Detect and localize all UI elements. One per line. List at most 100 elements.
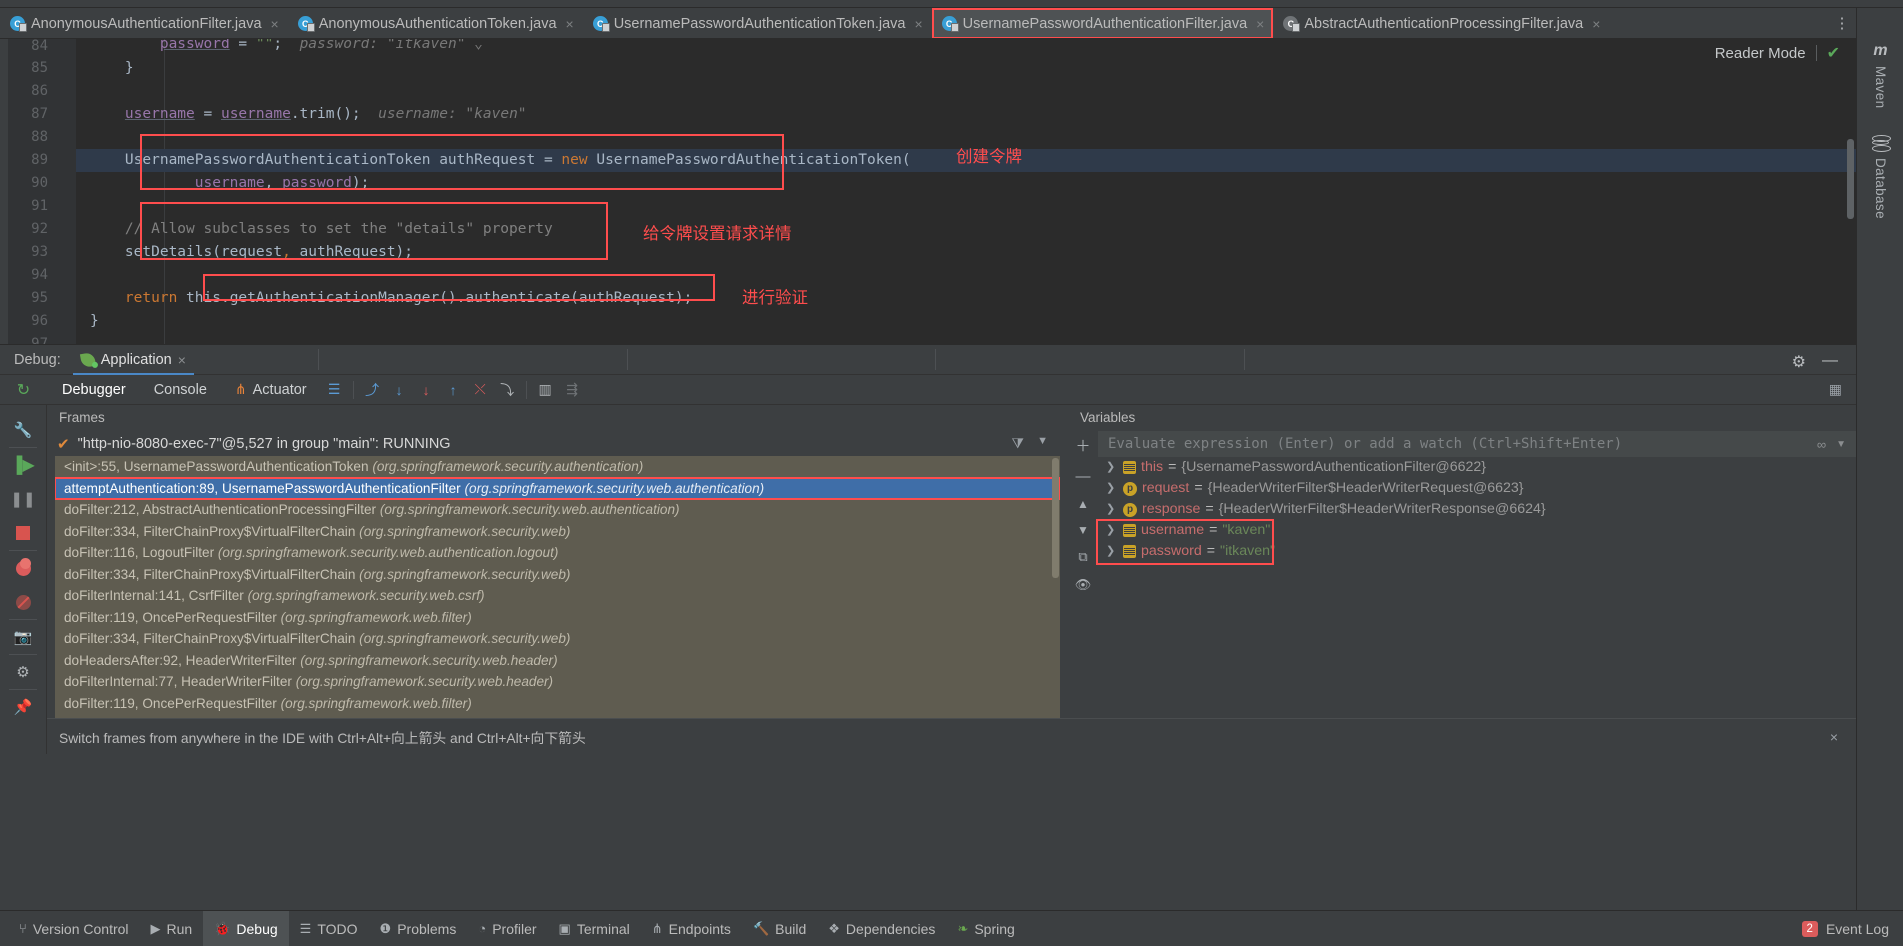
code-line-93[interactable]: setDetails(request, authRequest); — [76, 241, 1856, 264]
event-log-label[interactable]: Event Log — [1826, 921, 1889, 937]
resume-program-icon[interactable]: ▐▶ — [0, 448, 47, 482]
editor-gutter[interactable]: 84 85 86 87 88 89 90 91 92 93 94 95 96 9… — [0, 39, 76, 344]
step-into-icon[interactable]: ↓ — [386, 376, 413, 403]
editor-tab-username-password-authentication-filter[interactable]: C UsernamePasswordAuthenticationFilter.j… — [931, 8, 1274, 38]
evaluate-expression-icon[interactable]: ▥ — [532, 376, 559, 403]
chevron-right-icon[interactable]: ❯ — [1106, 457, 1118, 478]
debugger-toolbar[interactable]: ↻ Debugger Console ⋔ Actuator ☰ ⤴ ↓ ↓ ↑ … — [0, 375, 1856, 405]
rerun-icon[interactable]: ↻ — [10, 376, 37, 403]
editor-tab-abstract-authentication-processing-filter[interactable]: C AbstractAuthenticationProcessingFilter… — [1273, 8, 1610, 38]
editor-vertical-scrollbar[interactable] — [1847, 139, 1854, 219]
close-icon[interactable]: × — [566, 16, 574, 32]
code-line-96[interactable]: } — [76, 310, 1856, 333]
mute-breakpoints-icon[interactable]: ⇶ — [559, 376, 586, 403]
filter-funnel-icon[interactable]: ⧩ — [1012, 435, 1025, 452]
code-line-91[interactable] — [76, 195, 1856, 218]
list-item[interactable]: doFilter:119, OncePerRequestFilter (org.… — [55, 693, 1060, 715]
tab-console[interactable]: Console — [140, 382, 221, 398]
layout-settings-icon[interactable]: ☰ — [321, 376, 348, 403]
chevron-right-icon[interactable]: ❯ — [1106, 499, 1118, 520]
list-item-selected[interactable]: attemptAuthentication:89, UsernamePasswo… — [55, 476, 1060, 500]
debugger-side-rail[interactable]: 🔧 ▐▶ ❚❚ 📷 ⚙ 📌 — [0, 405, 47, 754]
chevron-down-icon[interactable]: ▼ — [1037, 435, 1048, 447]
drop-frame-icon[interactable]: ⤬ — [467, 376, 494, 403]
editor-tab-anonymous-authentication-filter[interactable]: C AnonymousAuthenticationFilter.java × — [0, 8, 288, 38]
editor-tab-anonymous-authentication-token[interactable]: C AnonymousAuthenticationToken.java × — [287, 8, 583, 38]
code-line-87[interactable]: username = username.trim(); username: "k… — [76, 103, 1856, 126]
evaluate-row-actions[interactable]: ∞ ▼ — [1817, 437, 1846, 452]
code-line-86[interactable] — [76, 80, 1856, 103]
list-item[interactable]: doFilter:116, LogoutFilter (org.springfr… — [55, 542, 1060, 564]
list-item[interactable]: doFilter:334, FilterChainProxy$VirtualFi… — [55, 521, 1060, 543]
editor-tab-username-password-authentication-token[interactable]: C UsernamePasswordAuthenticationToken.ja… — [582, 8, 932, 38]
link-icon[interactable]: ∞ — [1817, 437, 1826, 452]
list-item[interactable]: doHeadersAfter:92, HeaderWriterFilter (o… — [55, 650, 1060, 672]
chevron-right-icon[interactable]: ❯ — [1106, 541, 1118, 562]
editor-tab-overflow-menu-icon[interactable]: ⋮ — [1831, 8, 1853, 39]
variable-row-username[interactable]: ❯ username = "kaven" — [1098, 520, 1856, 541]
move-down-icon[interactable]: ▼ — [1077, 523, 1089, 537]
code-line-90[interactable]: username, password); — [76, 172, 1856, 195]
chevron-right-icon[interactable]: ❯ — [1106, 520, 1118, 541]
mute-breakpoints-icon[interactable] — [0, 585, 47, 619]
camera-icon[interactable]: 📷 — [0, 620, 47, 654]
settings-wrench-icon[interactable]: 🔧 — [0, 413, 47, 447]
thread-selector[interactable]: ✔ "http-nio-8080-exec-7"@5,527 in group … — [47, 431, 1068, 456]
code-line-85[interactable]: } — [76, 57, 1856, 80]
view-breakpoints-icon[interactable] — [0, 551, 47, 585]
statusbar-item-terminal[interactable]: ▣ Terminal — [548, 911, 641, 946]
editor-tab-bar[interactable]: C AnonymousAuthenticationFilter.java × C… — [0, 8, 1856, 39]
pin-icon[interactable]: 📌 — [0, 690, 47, 724]
code-editor[interactable]: Reader Mode ✔ 84 85 86 87 88 89 90 91 92… — [0, 39, 1856, 344]
list-item[interactable]: doFilter:212, AbstractAuthenticationProc… — [55, 499, 1060, 521]
bottom-tool-bar[interactable]: ⑂ Version Control ▶ Run 🐞 Debug ☰ TODO ❶… — [0, 910, 1903, 946]
close-icon[interactable]: × — [914, 16, 922, 32]
code-line-94[interactable] — [76, 264, 1856, 287]
statusbar-item-dependencies[interactable]: ❖ Dependencies — [817, 911, 946, 946]
reader-mode-indicator[interactable]: Reader Mode ✔ — [1715, 43, 1840, 63]
layout-split-icon[interactable]: ▦ — [1829, 381, 1842, 398]
statusbar-item-todo[interactable]: ☰ TODO — [289, 911, 369, 946]
step-over-icon[interactable]: ⤴ — [359, 376, 386, 403]
close-icon[interactable]: × — [1830, 729, 1838, 745]
statusbar-right-group[interactable]: 2 Event Log — [1801, 920, 1889, 937]
rail-item-database[interactable]: Database — [1857, 109, 1903, 219]
frames-scrollbar[interactable] — [1052, 458, 1059, 578]
variables-side-rail[interactable]: ＋ — ▲ ▼ ⧉ 👁 — [1068, 431, 1098, 718]
list-item[interactable]: doFilterInternal:141, CsrfFilter (org.sp… — [55, 585, 1060, 607]
tab-actuator[interactable]: ⋔ Actuator — [221, 381, 321, 398]
chevron-right-icon[interactable]: ❯ — [1106, 478, 1118, 499]
stop-icon[interactable] — [0, 516, 47, 550]
inspection-ok-icon[interactable]: ✔ — [1827, 43, 1840, 63]
watch-eye-icon[interactable]: 👁 — [1075, 577, 1092, 593]
statusbar-item-profiler[interactable]: ◔ Profiler — [467, 911, 547, 946]
list-item[interactable]: doFilterInternal:77, HeaderWriterFilter … — [55, 671, 1060, 693]
evaluate-expression-input[interactable]: Evaluate expression (Enter) or add a wat… — [1098, 431, 1856, 457]
force-step-into-icon[interactable]: ↓ — [413, 376, 440, 403]
close-icon[interactable]: × — [178, 352, 186, 368]
copy-icon[interactable]: ⧉ — [1078, 549, 1087, 565]
statusbar-item-debug[interactable]: 🐞 Debug — [203, 910, 289, 946]
statusbar-item-run[interactable]: ▶ Run — [140, 911, 204, 946]
statusbar-item-build[interactable]: 🔨 Build — [742, 911, 817, 946]
variable-row-request[interactable]: ❯ p request = {HeaderWriterFilter$Header… — [1098, 478, 1856, 499]
tab-debugger[interactable]: Debugger — [48, 382, 140, 398]
variable-row-this[interactable]: ❯ this = {UsernamePasswordAuthentication… — [1098, 457, 1856, 478]
close-icon[interactable]: × — [1592, 16, 1600, 32]
chevron-down-icon[interactable]: ▼ — [1836, 439, 1846, 450]
frame-list[interactable]: <init>:55, UsernamePasswordAuthenticatio… — [55, 456, 1060, 718]
code-line-84[interactable]: password = ""; password: "itkaven" ⌄ — [76, 39, 1856, 57]
variables-list[interactable]: ❯ this = {UsernamePasswordAuthentication… — [1096, 457, 1856, 718]
settings-gear-icon[interactable]: ⚙ — [0, 655, 47, 689]
statusbar-item-endpoints[interactable]: ⋔ Endpoints — [641, 911, 742, 946]
run-to-cursor-icon[interactable]: ⤵ — [494, 376, 521, 403]
statusbar-item-version-control[interactable]: ⑂ Version Control — [8, 911, 140, 946]
variable-row-response[interactable]: ❯ p response = {HeaderWriterFilter$Heade… — [1098, 499, 1856, 520]
rail-item-maven[interactable]: m Maven — [1857, 8, 1903, 109]
variable-row-password[interactable]: ❯ password = "itkaven" — [1098, 541, 1856, 562]
step-out-icon[interactable]: ↑ — [440, 376, 467, 403]
remove-watch-icon[interactable]: — — [1076, 468, 1091, 485]
list-item[interactable]: <init>:55, UsernamePasswordAuthenticatio… — [55, 456, 1060, 478]
move-up-icon[interactable]: ▲ — [1077, 497, 1089, 511]
list-item[interactable]: doFilter:119, OncePerRequestFilter (org.… — [55, 607, 1060, 629]
